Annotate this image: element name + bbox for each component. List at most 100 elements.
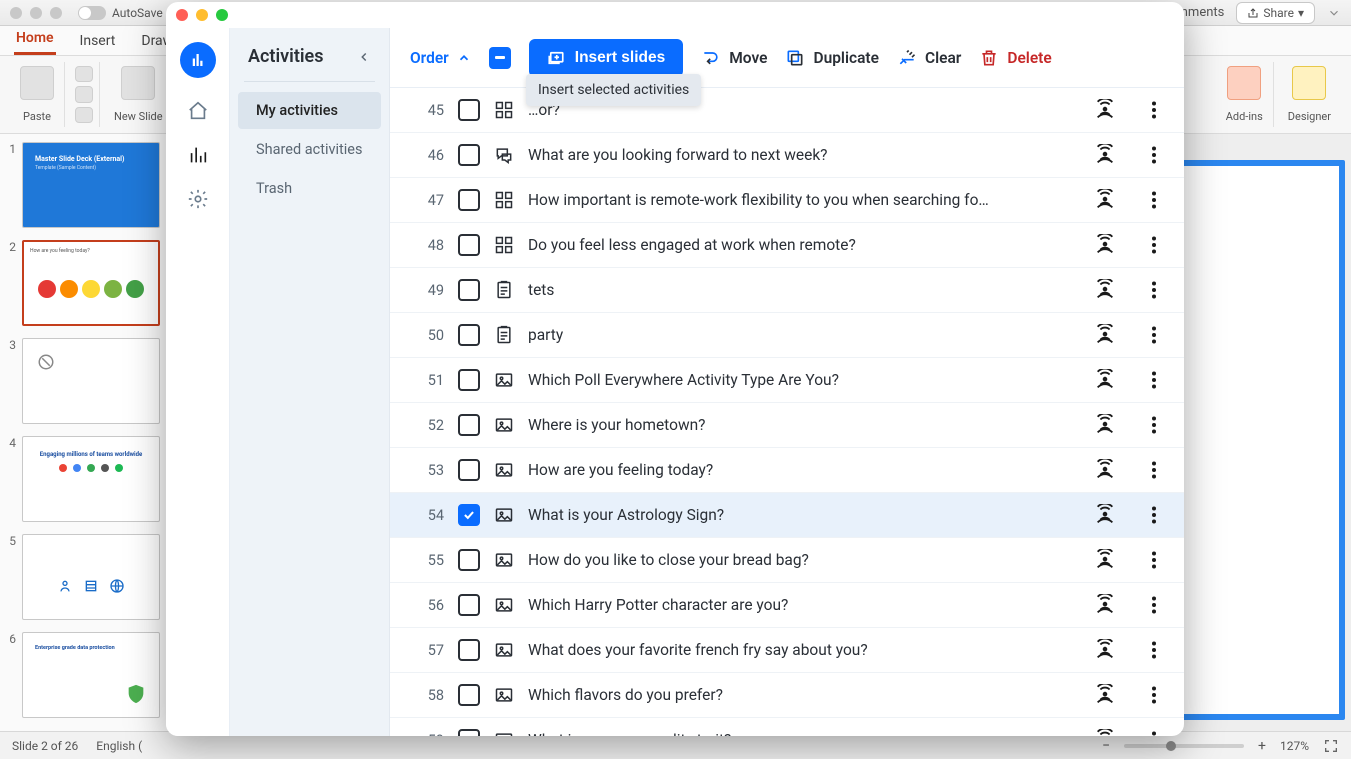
copy-icon[interactable]	[75, 86, 93, 102]
broadcast-icon[interactable]	[1094, 504, 1116, 526]
row-more-menu-icon[interactable]	[1144, 370, 1164, 390]
duplicate-button[interactable]: Duplicate	[785, 48, 878, 68]
settings-nav-icon[interactable]	[187, 188, 209, 210]
zoom-percent[interactable]: 127%	[1280, 739, 1309, 753]
broadcast-icon[interactable]	[1094, 324, 1116, 346]
row-more-menu-icon[interactable]	[1144, 415, 1164, 435]
zoom-in-icon[interactable]: +	[1258, 738, 1266, 754]
row-more-menu-icon[interactable]	[1144, 145, 1164, 165]
modal-max-dot[interactable]	[216, 9, 228, 21]
broadcast-icon[interactable]	[1094, 729, 1116, 736]
collapse-subnav-icon[interactable]	[357, 50, 371, 64]
broadcast-icon[interactable]	[1094, 639, 1116, 661]
activity-row[interactable]: 46 What are you looking forward to next …	[390, 133, 1184, 178]
activity-row[interactable]: 45 …or?	[390, 88, 1184, 133]
activities-nav-icon[interactable]	[187, 144, 209, 166]
broadcast-icon[interactable]	[1094, 549, 1116, 571]
order-sort-control[interactable]: Order	[410, 49, 471, 67]
autosave-toggle[interactable]	[78, 6, 106, 20]
activity-row[interactable]: 51 Which Poll Everywhere Activity Type A…	[390, 358, 1184, 403]
slide-thumb-1[interactable]: 1 Master Slide Deck (External) Template …	[4, 142, 165, 228]
activity-checkbox[interactable]	[458, 189, 480, 211]
tab-home[interactable]: Home	[14, 24, 56, 55]
row-more-menu-icon[interactable]	[1144, 550, 1164, 570]
row-more-menu-icon[interactable]	[1144, 280, 1164, 300]
row-more-menu-icon[interactable]	[1144, 685, 1164, 705]
format-painter-icon[interactable]	[75, 107, 93, 123]
row-more-menu-icon[interactable]	[1144, 595, 1164, 615]
broadcast-icon[interactable]	[1094, 594, 1116, 616]
move-button[interactable]: Move	[701, 48, 767, 68]
activity-checkbox[interactable]	[458, 414, 480, 436]
broadcast-icon[interactable]	[1094, 459, 1116, 481]
activity-checkbox[interactable]	[458, 234, 480, 256]
cut-icon[interactable]	[75, 66, 93, 82]
activity-row[interactable]: 47 How important is remote-work flexibil…	[390, 178, 1184, 223]
subnav-shared-activities[interactable]: Shared activities	[238, 131, 381, 168]
broadcast-icon[interactable]	[1094, 189, 1116, 211]
activity-checkbox[interactable]	[458, 639, 480, 661]
ribbon-paste-group[interactable]: Paste	[10, 62, 65, 127]
broadcast-icon[interactable]	[1094, 369, 1116, 391]
row-more-menu-icon[interactable]	[1144, 505, 1164, 525]
activity-row[interactable]: 54 What is your Astrology Sign?	[390, 493, 1184, 538]
broadcast-icon[interactable]	[1094, 144, 1116, 166]
activity-row[interactable]: 58 Which flavors do you prefer?	[390, 673, 1184, 718]
polleverywhere-logo[interactable]	[180, 42, 216, 78]
activity-checkbox[interactable]	[458, 279, 480, 301]
activity-row[interactable]: 59 What is your personality trait?	[390, 718, 1184, 736]
slide-thumbnails-strip[interactable]: 1 Master Slide Deck (External) Template …	[0, 134, 170, 731]
activity-checkbox[interactable]	[458, 729, 480, 736]
clear-button[interactable]: Clear	[897, 48, 961, 68]
activity-checkbox[interactable]	[458, 594, 480, 616]
broadcast-icon[interactable]	[1094, 279, 1116, 301]
select-all-checkbox-partial[interactable]	[489, 47, 511, 69]
status-language[interactable]: English (	[96, 739, 142, 753]
activity-checkbox[interactable]	[458, 549, 480, 571]
activity-row[interactable]: 50 party	[390, 313, 1184, 358]
activity-checkbox[interactable]	[458, 504, 480, 526]
activity-row[interactable]: 55 How do you like to close your bread b…	[390, 538, 1184, 583]
row-more-menu-icon[interactable]	[1144, 640, 1164, 660]
zoom-slider[interactable]	[1124, 744, 1244, 748]
activity-checkbox[interactable]	[458, 324, 480, 346]
home-nav-icon[interactable]	[187, 100, 209, 122]
ribbon-new-slide-group[interactable]: New Slide	[104, 62, 174, 127]
ribbon-collapse-icon[interactable]	[1327, 6, 1341, 20]
row-more-menu-icon[interactable]	[1144, 235, 1164, 255]
slide-thumb-3[interactable]: 3	[4, 338, 165, 424]
zoom-out-icon[interactable]: −	[1102, 738, 1110, 754]
row-more-menu-icon[interactable]	[1144, 460, 1164, 480]
activity-checkbox[interactable]	[458, 684, 480, 706]
activity-row[interactable]: 56 Which Harry Potter character are you?	[390, 583, 1184, 628]
row-more-menu-icon[interactable]	[1144, 190, 1164, 210]
fit-to-window-icon[interactable]	[1323, 738, 1339, 754]
subnav-my-activities[interactable]: My activities	[238, 92, 381, 129]
activity-checkbox[interactable]	[458, 459, 480, 481]
activity-row[interactable]: 49 tets	[390, 268, 1184, 313]
activity-row[interactable]: 48 Do you feel less engaged at work when…	[390, 223, 1184, 268]
row-more-menu-icon[interactable]	[1144, 730, 1164, 736]
broadcast-icon[interactable]	[1094, 234, 1116, 256]
tab-insert[interactable]: Insert	[78, 27, 118, 55]
activity-row[interactable]: 53 How are you feeling today?	[390, 448, 1184, 493]
activity-checkbox[interactable]	[458, 99, 480, 121]
delete-button[interactable]: Delete	[979, 48, 1051, 68]
modal-min-dot[interactable]	[196, 9, 208, 21]
activity-row[interactable]: 57 What does your favorite french fry sa…	[390, 628, 1184, 673]
row-more-menu-icon[interactable]	[1144, 100, 1164, 120]
ribbon-designer-group[interactable]: Designer	[1278, 62, 1341, 127]
modal-close-dot[interactable]	[176, 9, 188, 21]
broadcast-icon[interactable]	[1094, 99, 1116, 121]
autosave-control[interactable]: AutoSave	[78, 6, 163, 20]
slide-thumb-2[interactable]: 2 How are you feeling today?	[4, 240, 165, 326]
slide-thumb-5[interactable]: 5	[4, 534, 165, 620]
broadcast-icon[interactable]	[1094, 414, 1116, 436]
activity-row[interactable]: 52 Where is your hometown?	[390, 403, 1184, 448]
activity-checkbox[interactable]	[458, 144, 480, 166]
activities-list[interactable]: 45 …or? 46 What are you looking forward …	[390, 88, 1184, 736]
slide-thumb-4[interactable]: 4 Engaging millions of teams worldwide	[4, 436, 165, 522]
activity-checkbox[interactable]	[458, 369, 480, 391]
broadcast-icon[interactable]	[1094, 684, 1116, 706]
slide-thumb-6[interactable]: 6 Enterprise grade data protection	[4, 632, 165, 718]
